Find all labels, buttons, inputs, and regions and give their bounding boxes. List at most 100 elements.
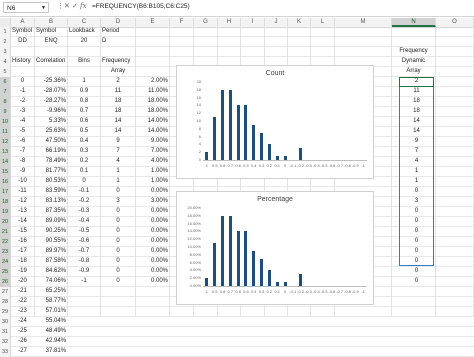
row-header-23[interactable]: 23 bbox=[0, 247, 11, 257]
frequency-cell[interactable]: 0 bbox=[102, 247, 134, 256]
cancel-icon[interactable]: ✕ bbox=[64, 2, 70, 10]
frequency-cell[interactable]: 0 bbox=[102, 217, 134, 226]
frequency-cell[interactable]: 18 bbox=[102, 97, 134, 106]
bar[interactable] bbox=[252, 124, 256, 160]
row-header-26[interactable]: 26 bbox=[0, 277, 11, 287]
chevron-down-icon[interactable]: ▼ bbox=[41, 3, 46, 14]
frequency-dynamic-cell[interactable]: 0 bbox=[400, 267, 433, 276]
history-cell[interactable]: 0 bbox=[12, 77, 33, 86]
row-header-28[interactable]: 28 bbox=[0, 297, 11, 307]
row-header-17[interactable]: 17 bbox=[0, 187, 11, 197]
correlation-cell[interactable]: 37.81% bbox=[36, 347, 66, 356]
percentage-cell[interactable]: 2.00% bbox=[137, 77, 168, 86]
column-header-d[interactable]: D bbox=[101, 18, 136, 27]
bar[interactable] bbox=[228, 89, 232, 160]
row-header-10[interactable]: 10 bbox=[0, 117, 11, 127]
header-lookback[interactable]: Lookback bbox=[69, 27, 99, 36]
history-cell[interactable]: -6 bbox=[12, 137, 33, 146]
correlation-cell[interactable]: -25.36% bbox=[36, 77, 66, 86]
bar[interactable] bbox=[260, 132, 264, 160]
correlation-cell[interactable]: 78.49% bbox=[36, 157, 66, 166]
frequency-cell[interactable]: 14 bbox=[102, 127, 134, 136]
row-header-11[interactable]: 11 bbox=[0, 127, 11, 137]
bar[interactable] bbox=[252, 250, 256, 286]
correlation-cell[interactable]: 48.49% bbox=[36, 327, 66, 336]
history-cell[interactable]: -21 bbox=[12, 287, 33, 296]
frequency-cell[interactable]: 3 bbox=[102, 197, 134, 206]
bins-cell[interactable]: 0.3 bbox=[69, 147, 99, 156]
history-cell[interactable]: -17 bbox=[12, 247, 33, 256]
frequency-cell[interactable]: 9 bbox=[102, 137, 134, 146]
bins-cell[interactable]: -0.7 bbox=[69, 247, 99, 256]
correlation-cell[interactable]: 57.01% bbox=[36, 307, 66, 316]
header-array[interactable]: Array bbox=[102, 67, 134, 76]
correlation-cell[interactable]: 65.25% bbox=[36, 287, 66, 296]
correlation-cell[interactable]: 87.35% bbox=[36, 207, 66, 216]
bar[interactable] bbox=[299, 148, 303, 160]
history-cell[interactable]: -25 bbox=[12, 327, 33, 336]
history-cell[interactable]: -26 bbox=[12, 337, 33, 346]
correlation-cell[interactable]: 80.53% bbox=[36, 177, 66, 186]
bins-cell[interactable]: -1 bbox=[69, 277, 99, 286]
row-header-24[interactable]: 24 bbox=[0, 257, 11, 267]
bar[interactable] bbox=[236, 231, 240, 286]
history-cell[interactable]: -9 bbox=[12, 167, 33, 176]
column-header-j[interactable]: J bbox=[265, 18, 288, 27]
history-cell[interactable]: -19 bbox=[12, 267, 33, 276]
row-header-19[interactable]: 19 bbox=[0, 207, 11, 217]
correlation-cell[interactable]: -28.27% bbox=[36, 97, 66, 106]
bins-cell[interactable]: 0.7 bbox=[69, 107, 99, 116]
column-header-n[interactable]: N bbox=[392, 18, 436, 27]
correlation-cell[interactable]: 89.97% bbox=[36, 247, 66, 256]
correlation-cell[interactable]: 5.33% bbox=[36, 117, 66, 126]
percentage-cell[interactable]: 18.00% bbox=[137, 97, 168, 106]
column-header-h[interactable]: H bbox=[218, 18, 241, 27]
bins-cell[interactable]: -0.5 bbox=[69, 227, 99, 236]
column-header-i[interactable]: I bbox=[241, 18, 265, 27]
name-box[interactable]: N6 ▼ bbox=[3, 2, 49, 13]
column-header-m[interactable]: M bbox=[335, 18, 392, 27]
frequency-cell[interactable]: 0 bbox=[102, 277, 134, 286]
correlation-cell[interactable]: 66.19% bbox=[36, 147, 66, 156]
frequency-cell[interactable]: 18 bbox=[102, 107, 134, 116]
row-header-22[interactable]: 22 bbox=[0, 237, 11, 247]
row-header-21[interactable]: 21 bbox=[0, 227, 11, 237]
column-header-l[interactable]: L bbox=[311, 18, 335, 27]
header-correlation[interactable]: Correlation bbox=[36, 57, 66, 66]
correlation-cell[interactable]: 83.59% bbox=[36, 187, 66, 196]
cell-lookback[interactable]: 20 bbox=[69, 37, 99, 46]
correlation-cell[interactable]: -28.07% bbox=[36, 87, 66, 96]
row-header-16[interactable]: 16 bbox=[0, 177, 11, 187]
history-cell[interactable]: -27 bbox=[12, 347, 33, 356]
history-cell[interactable]: -14 bbox=[12, 217, 33, 226]
frequency-cell[interactable]: 0 bbox=[102, 237, 134, 246]
bins-cell[interactable]: -0.3 bbox=[69, 207, 99, 216]
column-header-b[interactable]: B bbox=[35, 18, 68, 27]
row-header-7[interactable]: 7 bbox=[0, 87, 11, 97]
correlation-cell[interactable]: -9.96% bbox=[36, 107, 66, 116]
history-cell[interactable]: -15 bbox=[12, 227, 33, 236]
more-options-icon[interactable]: ⋮ bbox=[57, 2, 64, 10]
bar[interactable] bbox=[267, 270, 271, 286]
column-header-a[interactable]: A bbox=[11, 18, 35, 27]
percentage-cell[interactable]: 1.00% bbox=[137, 177, 168, 186]
frequency-cell[interactable]: 7 bbox=[102, 147, 134, 156]
frequency-array-selection[interactable] bbox=[399, 77, 434, 266]
percentage-cell[interactable]: 3.00% bbox=[137, 197, 168, 206]
history-cell[interactable]: -13 bbox=[12, 207, 33, 216]
row-header-9[interactable]: 9 bbox=[0, 107, 11, 117]
row-header-12[interactable]: 12 bbox=[0, 137, 11, 147]
insert-function-icon[interactable]: fx bbox=[80, 2, 87, 10]
percentage-cell[interactable]: 4.00% bbox=[137, 157, 168, 166]
bar[interactable] bbox=[244, 231, 248, 286]
bins-cell[interactable]: -0.6 bbox=[69, 237, 99, 246]
row-header-3[interactable]: 3 bbox=[0, 47, 11, 57]
row-header-33[interactable]: 33 bbox=[0, 347, 11, 357]
cell-symbol-enq[interactable]: ENQ bbox=[36, 37, 66, 46]
history-cell[interactable]: -23 bbox=[12, 307, 33, 316]
bins-cell[interactable]: -0.9 bbox=[69, 267, 99, 276]
correlation-cell[interactable]: 58.77% bbox=[36, 297, 66, 306]
bar[interactable] bbox=[205, 278, 209, 286]
column-header-o[interactable]: O bbox=[436, 18, 474, 27]
row-header-20[interactable]: 20 bbox=[0, 217, 11, 227]
